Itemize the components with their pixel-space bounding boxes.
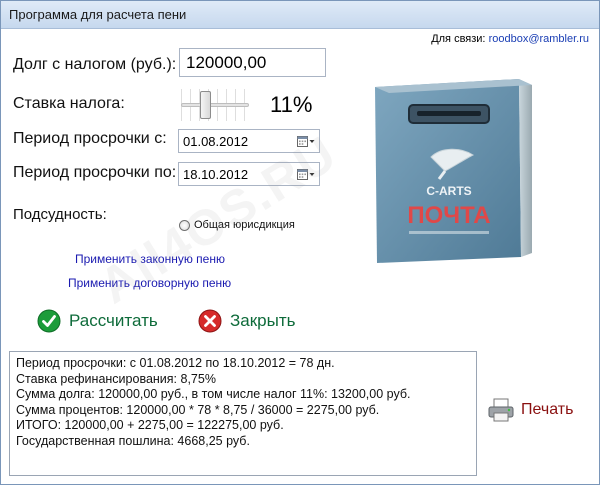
x-circle-icon bbox=[198, 309, 222, 333]
window-title: Программа для расчета пени bbox=[9, 7, 187, 22]
printer-icon bbox=[488, 398, 514, 422]
slider-track bbox=[181, 103, 249, 107]
result-line: ИТОГО: 120000,00 + 2275,00 = 122275,00 р… bbox=[16, 418, 284, 432]
jurisdiction-radio[interactable] bbox=[179, 219, 190, 231]
title-bar: Программа для расчета пени bbox=[1, 1, 599, 29]
contact-label: Для связи: bbox=[431, 33, 486, 45]
apply-legal-penalty-link[interactable]: Применить законную пеню bbox=[75, 252, 225, 266]
result-line: Период просрочки: с 01.08.2012 по 18.10.… bbox=[16, 356, 335, 370]
period-to-picker[interactable]: 18.10.2012 bbox=[178, 162, 320, 186]
rate-slider[interactable] bbox=[181, 89, 249, 121]
period-from-picker[interactable]: 01.08.2012 bbox=[178, 129, 320, 153]
result-line: Государственная пошлина: 4668,25 руб. bbox=[16, 433, 250, 448]
period-to-label: Период просрочки по: bbox=[13, 164, 177, 181]
check-circle-icon bbox=[37, 309, 61, 333]
product-name: ПОЧТА bbox=[407, 202, 490, 229]
result-line: Ставка рефинансирования: 8,75% bbox=[16, 371, 216, 386]
result-textbox[interactable]: Период просрочки: с 01.08.2012 по 18.10.… bbox=[9, 351, 477, 476]
print-button-label: Печать bbox=[521, 401, 574, 418]
rate-label: Ставка налога: bbox=[13, 95, 125, 112]
calculate-button-label: Рассчитать bbox=[69, 311, 158, 330]
contact-info: Для связи: roodbox@rambler.ru bbox=[431, 33, 589, 45]
app-window: Программа для расчета пени Для связи: ro… bbox=[0, 0, 600, 485]
jurisdiction-option-label: Общая юрисдикция bbox=[194, 219, 295, 231]
close-button[interactable]: Закрыть bbox=[198, 309, 295, 333]
rate-value: 11% bbox=[270, 92, 313, 117]
print-button[interactable]: Печать bbox=[487, 397, 573, 423]
jurisdiction-label: Подсудность: bbox=[13, 206, 107, 223]
debt-input[interactable]: 120000,00 bbox=[179, 48, 326, 77]
period-from-label: Период просрочки с: bbox=[13, 130, 167, 147]
product-box-image: C-ARTS ПОЧТА bbox=[375, 79, 532, 263]
jurisdiction-radio-row[interactable]: Общая юрисдикция bbox=[179, 219, 295, 231]
contact-email-link[interactable]: roodbox@rambler.ru bbox=[489, 33, 589, 45]
apply-contract-penalty-link[interactable]: Применить договорную пеню bbox=[68, 276, 231, 290]
debt-label: Долг с налогом (руб.): bbox=[13, 56, 177, 73]
product-brand: C-ARTS bbox=[426, 184, 471, 198]
calendar-icon[interactable] bbox=[297, 168, 315, 181]
period-to-value: 18.10.2012 bbox=[183, 167, 249, 182]
calculate-button[interactable]: Рассчитать bbox=[37, 309, 158, 333]
period-from-value: 01.08.2012 bbox=[183, 134, 249, 149]
result-line: Сумма долга: 120000,00 руб., в том числе… bbox=[16, 387, 411, 401]
calendar-icon[interactable] bbox=[297, 135, 315, 148]
slider-thumb[interactable] bbox=[200, 91, 211, 119]
close-button-label: Закрыть bbox=[230, 311, 296, 330]
result-line: Сумма процентов: 120000,00 * 78 * 8,75 /… bbox=[16, 402, 380, 417]
